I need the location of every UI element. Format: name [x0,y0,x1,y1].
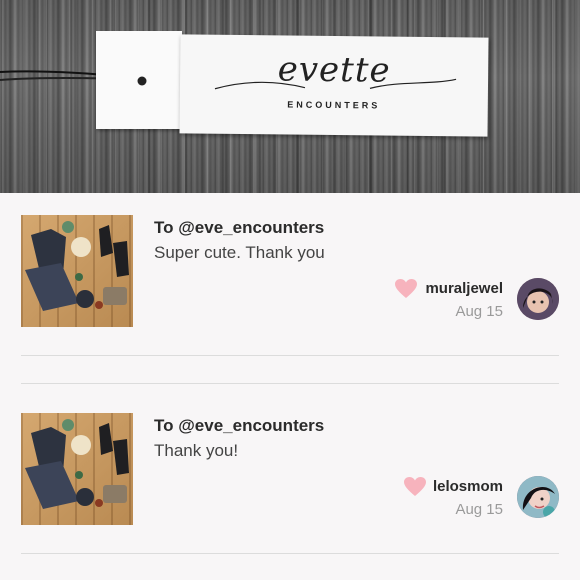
comment-recipient[interactable]: To @eve_encounters [154,416,324,436]
comment-item: To @eve_encounters Thank you! lelosmom A… [0,391,580,551]
brand-subtitle: ENCOUNTERS [287,99,381,111]
comment-text: Thank you! [154,441,239,460]
avatar[interactable] [517,278,559,320]
brand-tag: evette ENCOUNTERS [179,34,489,137]
comment-feed: To @eve_encounters Super cute. Thank you… [0,193,580,580]
comment-username[interactable]: lelosmom [433,478,503,495]
tag-hole-icon [137,76,147,86]
comment-username[interactable]: muraljewel [425,280,503,297]
divider [21,553,559,554]
comment-recipient[interactable]: To @eve_encounters [154,218,324,238]
tag-small-card [96,31,182,129]
divider [21,355,559,356]
comment-date: Aug 15 [455,501,503,518]
comment-date: Aug 15 [455,303,503,320]
listing-thumbnail[interactable] [21,413,133,525]
heart-icon[interactable] [395,279,417,299]
brand-name: evette [277,49,391,91]
listing-thumbnail[interactable] [21,215,133,327]
comment-item: To @eve_encounters Super cute. Thank you… [0,193,580,353]
divider [21,383,559,384]
header-photo: evette ENCOUNTERS [0,0,580,193]
avatar[interactable] [517,476,559,518]
comment-text: Super cute. Thank you [154,243,325,262]
heart-icon[interactable] [404,477,426,497]
